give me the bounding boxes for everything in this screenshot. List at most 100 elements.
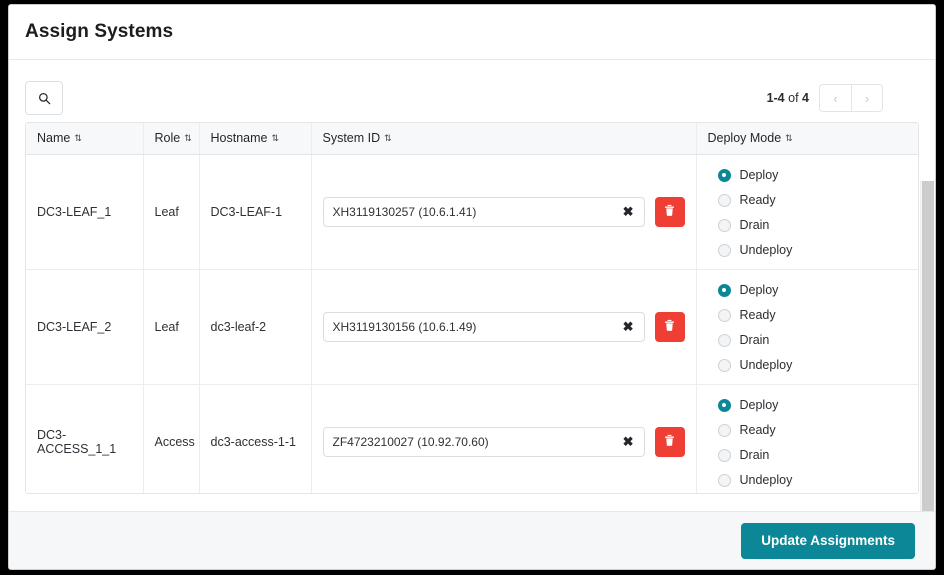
pagination-next-button[interactable]: › <box>851 84 883 112</box>
cell-system-id: ZF4723210027 (10.92.70.60) ✖ <box>311 384 697 493</box>
pagination-prev-button[interactable]: ‹ <box>819 84 851 112</box>
cell-name: DC3-LEAF_1 <box>26 154 144 270</box>
pagination-of: of <box>788 91 799 105</box>
system-id-value: XH3119130257 (10.6.1.41) <box>332 204 477 219</box>
radio-icon[interactable] <box>717 218 731 232</box>
update-assignments-button[interactable]: Update Assignments <box>741 522 915 559</box>
deploy-mode-radio-ready[interactable]: Ready <box>717 418 916 443</box>
delete-row-button[interactable] <box>654 311 685 342</box>
radio-label: Deploy <box>739 168 779 182</box>
radio-icon[interactable] <box>717 333 731 347</box>
column-header-name[interactable]: Name ⇅ <box>26 123 144 155</box>
search-button[interactable] <box>25 81 63 115</box>
radio-label: Undeploy <box>739 243 793 257</box>
deploy-mode-radio-drain[interactable]: Drain <box>717 213 916 238</box>
column-header-hostname[interactable]: Hostname ⇅ <box>199 123 312 155</box>
radio-icon[interactable] <box>717 358 731 372</box>
cell-deploy-mode: Deploy Ready Drain Undeploy <box>696 154 918 270</box>
column-label-system-id: System ID <box>322 131 381 146</box>
radio-icon[interactable] <box>717 243 731 257</box>
delete-row-button[interactable] <box>654 196 685 227</box>
systems-table: Name ⇅ Role ⇅ Hostname ⇅ System ID ⇅ Deploy <box>26 123 918 493</box>
deploy-mode-radio-ready[interactable]: Ready <box>717 303 916 328</box>
table-header-row: Name ⇅ Role ⇅ Hostname ⇅ System ID ⇅ Deploy <box>26 123 918 155</box>
column-header-deploy-mode[interactable]: Deploy Mode ⇅ <box>696 123 918 155</box>
cell-hostname: DC3-LEAF-1 <box>199 154 312 270</box>
column-label-name: Name <box>37 131 71 146</box>
trash-icon <box>663 204 676 220</box>
radio-icon[interactable] <box>717 398 731 412</box>
cell-name: DC3-LEAF_2 <box>26 269 144 385</box>
deploy-mode-radio-undeploy[interactable]: Undeploy <box>717 468 916 493</box>
radio-label: Ready <box>739 193 776 207</box>
deploy-mode-radio-ready[interactable]: Ready <box>717 188 916 213</box>
deploy-mode-radio-drain[interactable]: Drain <box>717 328 916 353</box>
body-scrollbar[interactable]: ⌄ <box>920 181 934 512</box>
sort-icon[interactable]: ⇅ <box>184 134 191 143</box>
body-scrollbar-thumb[interactable] <box>922 181 934 512</box>
radio-label: Deploy <box>739 398 779 412</box>
deploy-mode-radio-undeploy[interactable]: Undeploy <box>717 353 916 378</box>
sort-icon[interactable]: ⇅ <box>74 134 81 143</box>
cell-role: Leaf <box>143 269 200 385</box>
radio-label: Undeploy <box>739 358 793 372</box>
cell-role-text: Access <box>154 434 195 449</box>
deploy-mode-radio-group: Deploy Ready Drain Undeploy <box>708 155 916 269</box>
cell-name-text: DC3-LEAF_2 <box>37 319 112 334</box>
trash-icon <box>663 319 676 335</box>
cell-name-text: DC3-ACCESS_1_1 <box>37 427 117 456</box>
table-row: DC3-ACCESS_1_1 Access dc3-access-1-1 ZF4723… <box>26 384 918 493</box>
cell-hostname-text: DC3-LEAF-1 <box>210 204 283 219</box>
column-header-system-id[interactable]: System ID ⇅ <box>311 123 697 155</box>
cell-role-text: Leaf <box>154 319 179 334</box>
system-id-controls: XH3119130156 (10.6.1.49) ✖ <box>322 311 685 342</box>
deploy-mode-radio-group: Deploy Ready Drain Undeploy <box>708 270 916 384</box>
radio-icon[interactable] <box>717 473 731 487</box>
deploy-mode-radio-deploy[interactable]: Deploy <box>717 278 916 303</box>
radio-label: Drain <box>739 218 770 232</box>
sort-icon[interactable]: ⇅ <box>785 134 792 143</box>
delete-row-button[interactable] <box>654 426 685 457</box>
deploy-mode-radio-undeploy[interactable]: Undeploy <box>717 238 916 263</box>
system-id-input[interactable]: ZF4723210027 (10.92.70.60) ✖ <box>322 426 645 457</box>
radio-icon[interactable] <box>717 308 731 322</box>
clear-icon[interactable]: ✖ <box>622 205 635 218</box>
deploy-mode-radio-drain[interactable]: Drain <box>717 443 916 468</box>
system-id-input[interactable]: XH3119130156 (10.6.1.49) ✖ <box>322 311 645 342</box>
radio-icon[interactable] <box>717 193 731 207</box>
radio-icon[interactable] <box>717 283 731 297</box>
column-label-role: Role <box>154 131 181 146</box>
cell-hostname: dc3-leaf-2 <box>199 269 312 385</box>
system-id-controls: ZF4723210027 (10.92.70.60) ✖ <box>322 426 685 457</box>
column-header-role[interactable]: Role ⇅ <box>143 123 200 155</box>
column-label-deploy-mode: Deploy Mode <box>707 131 782 146</box>
clear-icon[interactable]: ✖ <box>622 435 635 448</box>
radio-label: Undeploy <box>739 473 793 487</box>
modal-body: 1-4 of 4 ‹ › Name ⇅ Role ⇅ Hostname ⇅ Sy… <box>9 60 935 512</box>
column-label-hostname: Hostname <box>210 131 268 146</box>
table-body: DC3-LEAF_1 Leaf DC3-LEAF-1 XH3119130257 (10… <box>26 154 918 493</box>
pagination-range: 1-4 <box>766 91 785 105</box>
cell-hostname-text: dc3-access-1-1 <box>210 434 296 449</box>
system-id-controls: XH3119130257 (10.6.1.41) ✖ <box>322 196 685 227</box>
trash-icon <box>663 434 676 450</box>
sort-icon[interactable]: ⇅ <box>384 134 391 143</box>
system-id-input[interactable]: XH3119130257 (10.6.1.41) ✖ <box>322 196 645 227</box>
modal-footer: Update Assignments <box>9 511 935 569</box>
radio-icon[interactable] <box>717 423 731 437</box>
sort-icon[interactable]: ⇅ <box>271 134 278 143</box>
systems-table-container: Name ⇅ Role ⇅ Hostname ⇅ System ID ⇅ Deploy <box>25 122 919 494</box>
cell-deploy-mode: Deploy Ready Drain Undeploy <box>696 269 918 385</box>
cell-name: DC3-ACCESS_1_1 <box>26 384 144 493</box>
cell-system-id: XH3119130156 (10.6.1.49) ✖ <box>311 269 697 385</box>
deploy-mode-radio-deploy[interactable]: Deploy <box>717 163 916 188</box>
radio-icon[interactable] <box>717 448 731 462</box>
table-row: DC3-LEAF_1 Leaf DC3-LEAF-1 XH3119130257 (10… <box>26 154 918 270</box>
deploy-mode-radio-deploy[interactable]: Deploy <box>717 393 916 418</box>
clear-icon[interactable]: ✖ <box>622 320 635 333</box>
table-row: DC3-LEAF_2 Leaf dc3-leaf-2 XH3119130156 (10… <box>26 269 918 385</box>
radio-icon[interactable] <box>717 168 731 182</box>
system-id-value: XH3119130156 (10.6.1.49) <box>332 319 477 334</box>
radio-label: Ready <box>739 423 776 437</box>
modal-header: Assign Systems <box>9 5 935 60</box>
